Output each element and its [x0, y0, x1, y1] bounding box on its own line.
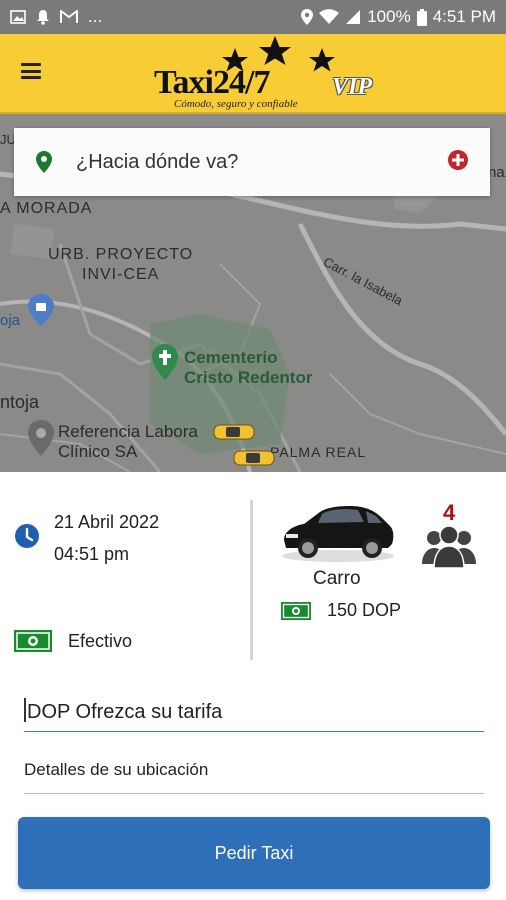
fare-input[interactable]: DOP Ofrezca su tarifa [24, 698, 484, 732]
cash-icon [14, 630, 52, 652]
battery-icon [416, 8, 427, 26]
map-label-oja: oja [0, 312, 21, 329]
trip-panel: 21 Abril 2022 04:51 pm Efectivo Carro 15… [0, 472, 506, 900]
map-label-clinico: Clínico SA [58, 442, 138, 461]
trip-time: 04:51 pm [54, 544, 130, 564]
gmail-icon [60, 10, 78, 24]
location-icon [301, 9, 314, 25]
date-time: 21 Abril 2022 04:51 pm [14, 506, 159, 570]
request-taxi-button[interactable]: Pedir Taxi [18, 817, 490, 889]
map-label-referencia: Referencia Labora [58, 422, 198, 441]
status-left: ... [10, 7, 102, 27]
status-right: 100% 4:51 PM [301, 7, 496, 27]
vertical-divider [250, 500, 253, 660]
map-label-cementerio: Cementerio [184, 348, 278, 367]
logo-tagline: Cómodo, seguro y confiable [174, 98, 298, 110]
price-row: 150 DOP [281, 600, 401, 621]
status-bar: ... 100% 4:51 PM [0, 0, 506, 34]
details-placeholder: Detalles de su ubicación [24, 760, 209, 779]
map-label-cristo: Cristo Redentor [184, 368, 313, 387]
car-image[interactable] [278, 496, 396, 564]
lab-pin-icon [28, 420, 54, 456]
wifi-icon [319, 9, 340, 25]
logo-vip: VIP [332, 74, 373, 100]
logo-title: Taxi24/7 [154, 64, 270, 101]
app-header: Taxi24/7 VIP Cómodo, seguro y confiable [0, 34, 506, 114]
clock-icon [15, 524, 39, 548]
taxi-marker-icon[interactable] [232, 448, 276, 468]
map-label-morada: A MORADA [0, 200, 93, 217]
cash-icon [281, 601, 311, 620]
app-logo: Taxi24/7 VIP Cómodo, seguro y confiable [150, 34, 380, 114]
payment-method[interactable]: Efectivo [14, 630, 132, 652]
fare-placeholder: DOP Ofrezca su tarifa [27, 701, 223, 723]
price-amount: 150 DOP [327, 600, 402, 620]
signal-icon [345, 9, 361, 25]
passengers-icon[interactable] [420, 524, 478, 568]
passenger-count[interactable]: 4 [443, 500, 455, 526]
add-destination-icon[interactable] [448, 149, 468, 175]
location-pin-icon [36, 151, 52, 173]
menu-icon[interactable] [20, 60, 42, 82]
map-label-ntoja: ntoja [0, 392, 40, 412]
map-label-urb: URB. PROYECTO [48, 246, 194, 263]
cemetery-pin-icon [152, 344, 178, 380]
shop-pin-icon [28, 294, 54, 326]
payment-label: Efectivo [68, 630, 133, 651]
search-placeholder: ¿Hacia dónde va? [76, 150, 239, 173]
bell-icon [36, 9, 50, 25]
destination-search[interactable]: ¿Hacia dónde va? [14, 128, 490, 196]
image-icon [10, 10, 26, 24]
map-label-na: na [488, 164, 505, 181]
map-label-invi: INVI-CEA [82, 266, 160, 283]
location-details-input[interactable]: Detalles de su ubicación [24, 760, 484, 794]
map-label-palma: PALMA REAL [270, 444, 367, 460]
vehicle-type: Carro [313, 568, 361, 589]
clock: 4:51 PM [432, 7, 496, 26]
taxi-marker-icon[interactable] [212, 422, 256, 442]
more-notifications: ... [88, 7, 103, 26]
text-caret [24, 698, 26, 722]
battery-percent: 100% [367, 7, 411, 26]
trip-date: 21 Abril 2022 [54, 512, 160, 532]
